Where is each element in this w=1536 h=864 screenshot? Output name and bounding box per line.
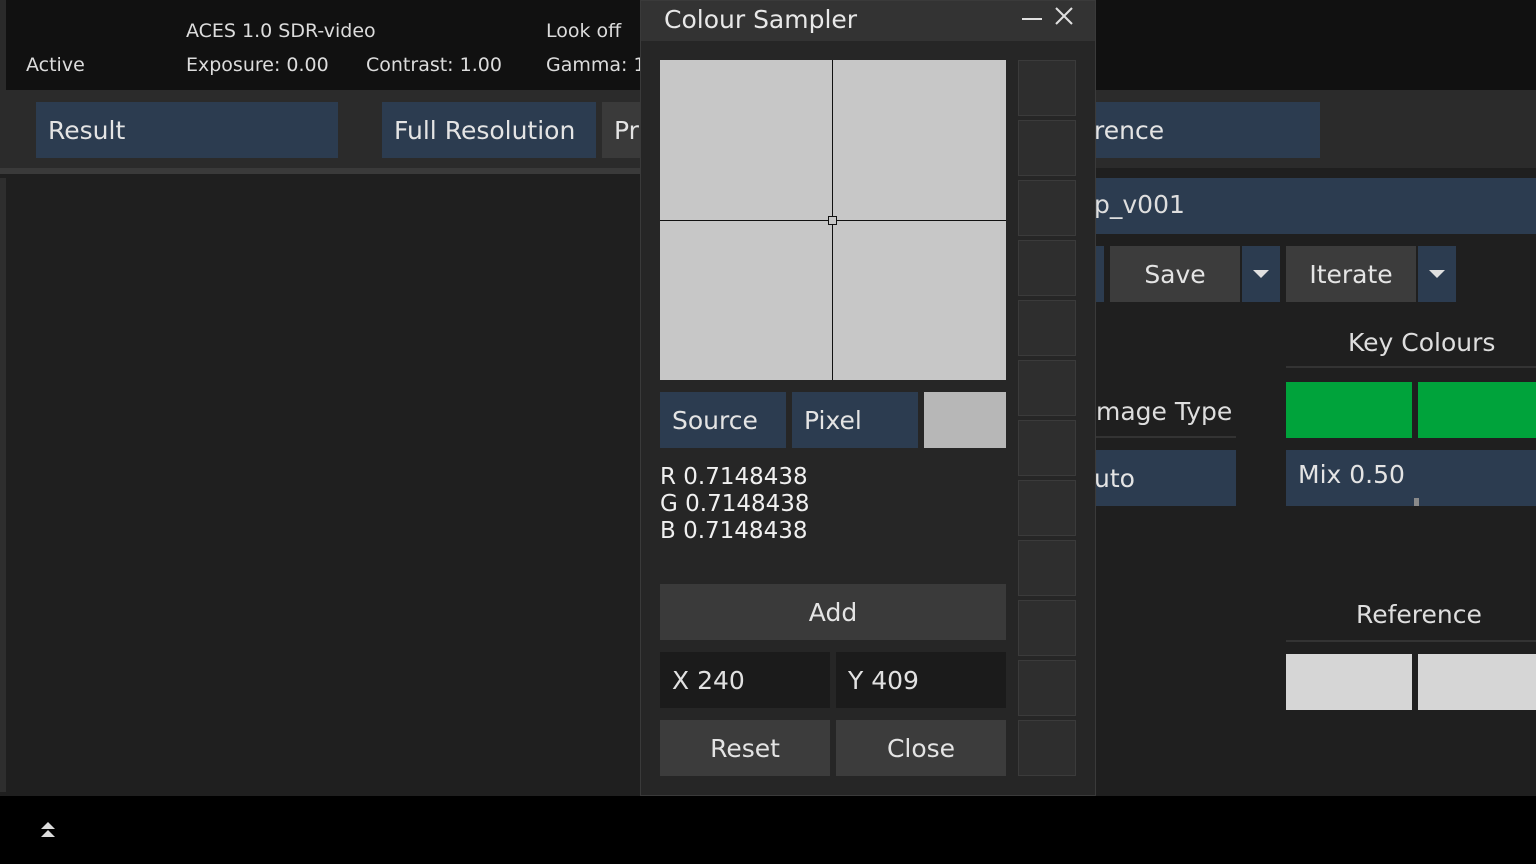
key-colour-swatch-2[interactable] <box>1418 382 1536 438</box>
key-colours-heading: Key Colours <box>1348 328 1496 357</box>
look-label: Look off <box>546 20 622 42</box>
double-chevron-up-icon[interactable] <box>38 820 58 840</box>
sample-swatch-slot[interactable] <box>1018 300 1076 356</box>
red-value: R 0.7148438 <box>660 464 808 490</box>
dialog-title-bar[interactable]: Colour Sampler <box>641 1 1095 41</box>
image-type-label: mage Type <box>1096 397 1233 426</box>
full-resolution-button[interactable]: Full Resolution <box>382 102 596 158</box>
name-field[interactable]: p_v001 <box>1094 178 1536 234</box>
sample-swatch-slot[interactable] <box>1018 420 1076 476</box>
magnifier-preview[interactable] <box>660 60 1006 380</box>
active-label: Active <box>26 54 85 76</box>
save-dropdown-button[interactable] <box>1242 246 1280 302</box>
x-coordinate-field[interactable]: X 240 <box>660 652 830 708</box>
blue-value: B 0.7148438 <box>660 518 808 544</box>
minimize-icon[interactable] <box>1021 11 1043 27</box>
sample-swatch-slot[interactable] <box>1018 660 1076 716</box>
reference-toggle-button[interactable]: rence <box>1094 102 1320 158</box>
viewer-divider <box>0 168 640 174</box>
chevron-down-icon <box>1429 270 1445 278</box>
sample-swatch-slot[interactable] <box>1018 600 1076 656</box>
crosshair-center <box>828 216 837 225</box>
sample-swatch-slot[interactable] <box>1018 720 1076 776</box>
sample-swatch-slot[interactable] <box>1018 540 1076 596</box>
iterate-dropdown-button[interactable] <box>1418 246 1456 302</box>
divider <box>1096 436 1236 438</box>
sample-swatch-slot[interactable] <box>1018 480 1076 536</box>
status-bar-edge <box>0 0 6 90</box>
sample-swatch-slot[interactable] <box>1018 120 1076 176</box>
key-colour-swatch-1[interactable] <box>1286 382 1412 438</box>
mix-slider-handle[interactable] <box>1414 498 1419 506</box>
colour-sampler-dialog: Colour Sampler Source Pixel R 0.7148438 … <box>640 0 1096 796</box>
sample-swatch-slot[interactable] <box>1018 180 1076 236</box>
dialog-title: Colour Sampler <box>664 5 858 34</box>
iterate-button[interactable]: Iterate <box>1286 246 1416 302</box>
close-icon[interactable] <box>1053 5 1075 27</box>
add-button[interactable]: Add <box>660 584 1006 640</box>
sample-swatch-slot[interactable] <box>1018 60 1076 116</box>
contrast-label: Contrast: 1.00 <box>366 54 502 76</box>
y-coordinate-field[interactable]: Y 409 <box>836 652 1006 708</box>
pixel-button[interactable]: Pixel <box>792 392 918 448</box>
name-field-value: p_v001 <box>1094 190 1185 219</box>
divider <box>1286 640 1536 642</box>
source-button[interactable]: Source <box>660 392 786 448</box>
viewer-edge <box>0 178 6 792</box>
sampled-colour-swatch <box>924 392 1006 448</box>
image-type-select[interactable]: uto <box>1094 450 1236 506</box>
reference-swatch-1[interactable] <box>1286 654 1412 710</box>
result-button[interactable]: Result <box>36 102 338 158</box>
chevron-down-icon <box>1253 270 1269 278</box>
save-button[interactable]: Save <box>1110 246 1240 302</box>
sample-swatch-slot[interactable] <box>1018 240 1076 296</box>
reference-swatch-2[interactable] <box>1418 654 1536 710</box>
reference-heading: Reference <box>1356 600 1482 629</box>
colour-space-label: ACES 1.0 SDR-video <box>186 20 376 42</box>
exposure-label: Exposure: 0.00 <box>186 54 329 76</box>
green-value: G 0.7148438 <box>660 491 810 517</box>
bottom-bar <box>0 796 1536 864</box>
sample-swatch-slot[interactable] <box>1018 360 1076 416</box>
mix-slider-track[interactable] <box>1286 498 1536 506</box>
divider <box>1286 366 1536 368</box>
close-button[interactable]: Close <box>836 720 1006 776</box>
mix-slider[interactable]: Mix 0.50 <box>1286 450 1536 498</box>
reset-button[interactable]: Reset <box>660 720 830 776</box>
gamma-label: Gamma: 1 <box>546 54 646 76</box>
